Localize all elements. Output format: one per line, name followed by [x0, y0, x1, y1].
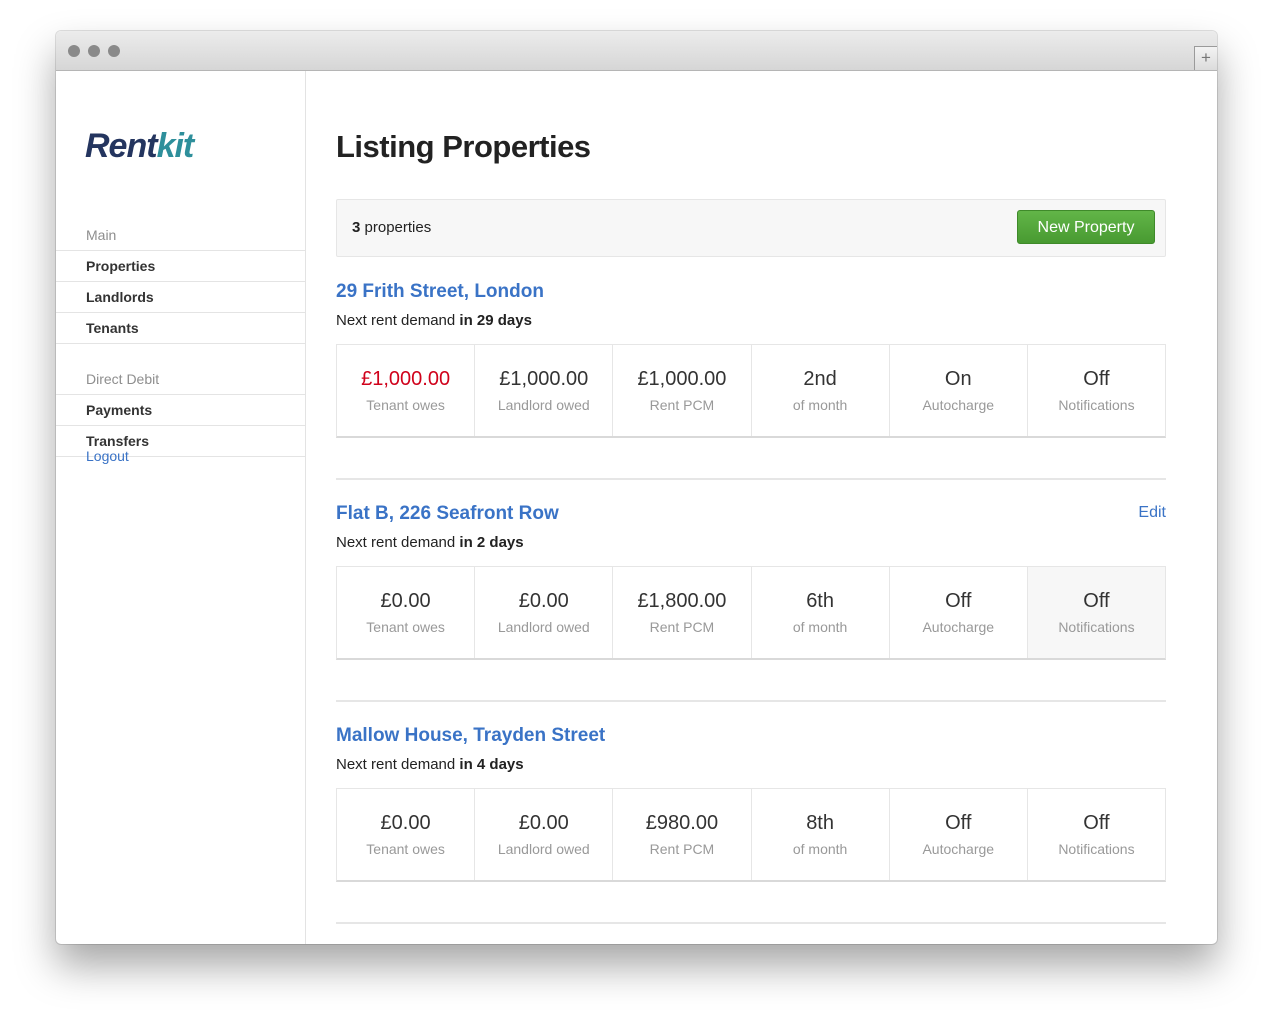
- stat-value: On: [944, 368, 972, 390]
- nav-section-direct-debit: Direct Debit Payments Transfers: [56, 365, 305, 457]
- rent-demand-text: Next rent demand in 2 days: [336, 534, 524, 551]
- stat-tenant-owes: £0.00 Tenant owes: [337, 789, 476, 880]
- stat-value: Off: [1083, 590, 1110, 612]
- properties-toolbar: 3 properties New Property: [336, 199, 1166, 257]
- stat-notifications[interactable]: Off Notifications: [1028, 345, 1165, 436]
- property-count-label: properties: [360, 219, 432, 236]
- stat-value: 2nd: [803, 368, 837, 390]
- window-close-dot[interactable]: [68, 45, 80, 57]
- stat-day-of-month: 2nd of month: [752, 345, 890, 436]
- stat-label: Tenant owes: [366, 841, 445, 857]
- property-divider: [336, 922, 1166, 924]
- browser-window: + Rentkit Main Properties Landlords Tena…: [56, 31, 1217, 944]
- stat-autocharge[interactable]: Off Autocharge: [890, 567, 1028, 658]
- stat-value: £980.00: [645, 812, 719, 834]
- stat-value: 6th: [806, 590, 834, 612]
- stat-day-of-month: 8th of month: [752, 789, 890, 880]
- window-minimize-dot[interactable]: [88, 45, 100, 57]
- rent-demand-text: Next rent demand in 4 days: [336, 756, 524, 773]
- stat-label: Rent PCM: [649, 619, 715, 635]
- property-stats: £0.00 Tenant owes £0.00 Landlord owed £980…: [336, 788, 1166, 882]
- stat-label: Landlord owed: [497, 841, 590, 857]
- rentkit-logo[interactable]: Rentkit: [85, 127, 195, 166]
- window-zoom-dot[interactable]: [108, 45, 120, 57]
- stat-label: Autocharge: [922, 841, 995, 857]
- stat-notifications[interactable]: Off Notifications: [1027, 567, 1166, 658]
- nav-section-main: Main Properties Landlords Tenants: [56, 221, 305, 344]
- stat-value: 8th: [806, 812, 834, 834]
- property-title-link[interactable]: 29 Frith Street, London: [336, 281, 544, 303]
- stat-rent-pcm: £1,000.00 Rent PCM: [613, 345, 752, 436]
- stat-value: £1,000.00: [637, 368, 727, 390]
- nav-heading-main: Main: [56, 221, 305, 251]
- property-title-link[interactable]: Mallow House, Trayden Street: [336, 725, 605, 747]
- window-titlebar: +: [56, 31, 1217, 71]
- stat-value: £0.00: [518, 590, 569, 612]
- stat-value: £0.00: [380, 812, 431, 834]
- stat-autocharge[interactable]: On Autocharge: [890, 345, 1028, 436]
- rent-demand-days: in 2 days: [459, 534, 524, 551]
- stat-label: Notifications: [1058, 841, 1135, 857]
- stat-autocharge[interactable]: Off Autocharge: [890, 789, 1028, 880]
- page-title: Listing Properties: [336, 129, 591, 164]
- stat-label: Rent PCM: [649, 841, 715, 857]
- stat-rent-pcm: £980.00 Rent PCM: [613, 789, 752, 880]
- stat-value: Off: [1083, 812, 1110, 834]
- new-property-button[interactable]: New Property: [1017, 210, 1155, 244]
- rent-demand-prefix: Next rent demand: [336, 312, 460, 329]
- stat-tenant-owes: £0.00 Tenant owes: [337, 567, 476, 658]
- logo-text-kit: kit: [156, 127, 195, 165]
- rent-demand-text: Next rent demand in 29 days: [336, 312, 532, 329]
- stat-landlord-owed: £0.00 Landlord owed: [475, 567, 614, 658]
- sidebar-item-landlords[interactable]: Landlords: [56, 282, 305, 313]
- stat-landlord-owed: £0.00 Landlord owed: [475, 789, 614, 880]
- stat-label: Landlord owed: [497, 619, 590, 635]
- property-divider: [336, 478, 1166, 480]
- stat-value: Off: [1083, 368, 1110, 390]
- rent-demand-days: in 4 days: [459, 756, 524, 773]
- rent-demand-prefix: Next rent demand: [336, 756, 460, 773]
- property-stats: £0.00 Tenant owes £0.00 Landlord owed £1,8…: [336, 566, 1166, 660]
- stat-value: £1,800.00: [637, 590, 727, 612]
- new-tab-plus-icon[interactable]: +: [1194, 46, 1217, 70]
- stat-label: Tenant owes: [366, 619, 445, 635]
- stat-landlord-owed: £1,000.00 Landlord owed: [475, 345, 614, 436]
- stat-label: Notifications: [1058, 397, 1135, 413]
- stat-label: of month: [792, 619, 848, 635]
- stat-label: Notifications: [1058, 619, 1135, 635]
- stat-value: Off: [945, 590, 972, 612]
- property-stats: £1,000.00 Tenant owes £1,000.00 Landlord o…: [336, 344, 1166, 438]
- stat-value: £0.00: [380, 590, 431, 612]
- stat-label: Autocharge: [922, 619, 995, 635]
- rent-demand-prefix: Next rent demand: [336, 534, 460, 551]
- stat-value: £1,000.00: [361, 368, 451, 390]
- stat-label: Landlord owed: [497, 397, 590, 413]
- stat-label: of month: [792, 841, 848, 857]
- stat-value: Off: [945, 812, 972, 834]
- stat-tenant-owes: £1,000.00 Tenant owes: [337, 345, 476, 436]
- property-count: 3 properties: [352, 219, 431, 236]
- sidebar-item-tenants[interactable]: Tenants: [56, 313, 305, 344]
- logo-text-rent: Rent: [85, 127, 158, 165]
- stat-label: of month: [792, 397, 848, 413]
- stat-rent-pcm: £1,800.00 Rent PCM: [613, 567, 752, 658]
- edit-link[interactable]: Edit: [1138, 504, 1166, 522]
- stat-value: £1,000.00: [499, 368, 589, 390]
- stat-label: Tenant owes: [366, 397, 445, 413]
- property-divider: [336, 700, 1166, 702]
- rent-demand-days: in 29 days: [459, 312, 532, 329]
- sidebar-item-payments[interactable]: Payments: [56, 395, 305, 426]
- stat-label: Autocharge: [922, 397, 995, 413]
- nav-heading-direct-debit: Direct Debit: [56, 365, 305, 395]
- stat-day-of-month: 6th of month: [752, 567, 890, 658]
- stat-label: Rent PCM: [649, 397, 715, 413]
- sidebar: Rentkit Main Properties Landlords Tenant…: [56, 71, 306, 944]
- logout-link[interactable]: Logout: [86, 448, 129, 464]
- stat-notifications[interactable]: Off Notifications: [1028, 789, 1165, 880]
- sidebar-item-properties[interactable]: Properties: [56, 251, 305, 282]
- property-title-link[interactable]: Flat B, 226 Seafront Row: [336, 503, 559, 525]
- stat-value: £0.00: [518, 812, 569, 834]
